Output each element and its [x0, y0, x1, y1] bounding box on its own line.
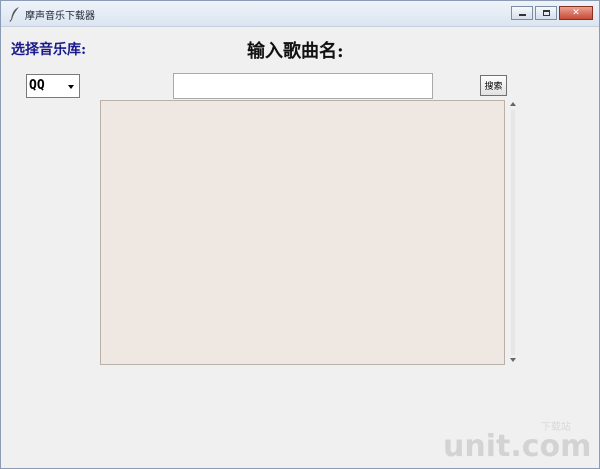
chevron-down-icon	[68, 85, 74, 89]
scrollbar-track[interactable]	[511, 110, 515, 355]
title-bar[interactable]: 摩声音乐下载器 ✕	[1, 1, 599, 27]
song-search-input[interactable]	[173, 73, 433, 99]
close-button[interactable]: ✕	[559, 6, 593, 20]
results-scrollbar[interactable]	[508, 100, 519, 365]
library-select[interactable]: QQ	[26, 74, 80, 98]
minimize-icon	[518, 14, 526, 16]
window-controls: ✕	[509, 6, 593, 20]
window-title: 摩声音乐下载器	[25, 11, 95, 22]
results-list[interactable]	[100, 100, 505, 365]
feather-icon	[9, 7, 19, 22]
watermark-subtitle: 下载站	[541, 420, 571, 433]
watermark-text: unit.com	[443, 429, 591, 464]
scroll-down-icon[interactable]	[510, 358, 516, 362]
library-select-value: QQ	[29, 78, 45, 93]
search-button[interactable]: 搜索	[480, 75, 507, 96]
app-window: 摩声音乐下载器 ✕ 选择音乐库: 输入歌曲名: QQ 搜索 unit.com 下…	[0, 0, 600, 469]
close-icon: ✕	[572, 8, 580, 18]
library-label: 选择音乐库:	[11, 42, 87, 58]
minimize-button[interactable]	[511, 6, 533, 20]
watermark-logo: unit.com 下载站	[443, 420, 591, 464]
maximize-button[interactable]	[535, 6, 557, 20]
maximize-icon	[542, 10, 550, 16]
song-name-label: 输入歌曲名:	[247, 41, 344, 62]
scroll-up-icon[interactable]	[510, 102, 516, 106]
